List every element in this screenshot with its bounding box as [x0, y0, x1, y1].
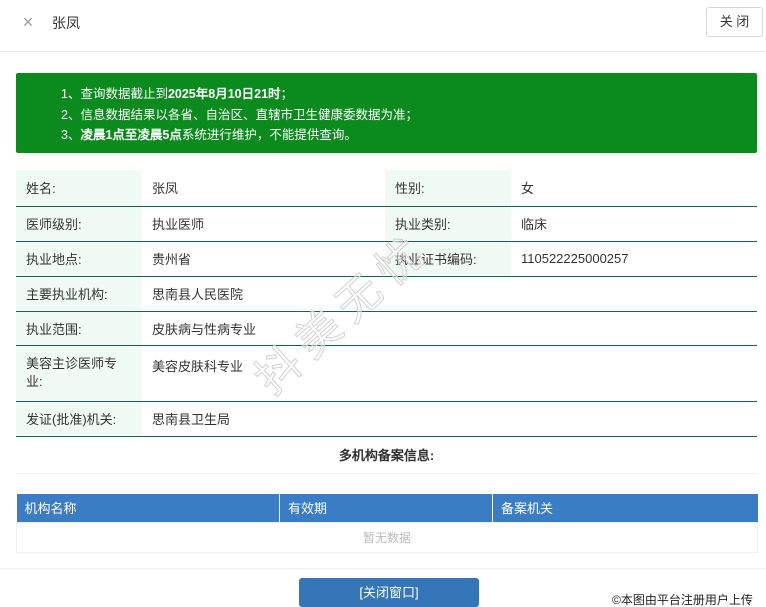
upload-note: ©本图由平台注册用户上传 [612, 593, 753, 607]
institution-label: 主要执业机构: [16, 276, 142, 312]
notice-line-2: 2、信息数据结果以各省、自治区、直辖市卫生健康委数据为准； [61, 107, 418, 122]
name-label: 姓名: [16, 170, 142, 207]
close-icon[interactable]: × [18, 12, 38, 32]
empty-row: 暂无数据 [16, 521, 758, 553]
cosmetic-value: 美容皮肤科专业 [142, 345, 757, 402]
notice-line-1: 1、查询数据截止到2025年8月10日21时； [61, 87, 294, 101]
cert-value: 110522225000257 [511, 241, 757, 277]
info-row: 美容主诊医师专业: 美容皮肤科专业 [16, 345, 757, 402]
level-value: 执业医师 [142, 206, 385, 242]
gender-label: 性别: [385, 170, 511, 207]
footer-divider [0, 568, 766, 569]
dialog-header: × 张凤 关 闭 [0, 0, 766, 52]
scope-value: 皮肤病与性病专业 [142, 311, 757, 346]
info-row: 发证(批准)机关: 思南县卫生局 [16, 401, 757, 437]
authority-value: 思南县卫生局 [142, 401, 757, 437]
category-value: 临床 [511, 206, 757, 242]
location-value: 贵州省 [142, 241, 385, 277]
location-label: 执业地点: [16, 241, 142, 277]
multi-institution-title: 多机构备案信息: [16, 438, 757, 474]
column-header-validity: 有效期 [279, 494, 493, 522]
info-row: 医师级别: 执业医师 执业类别: 临床 [16, 206, 757, 242]
gender-value: 女 [511, 170, 757, 207]
institution-value: 思南县人民医院 [142, 276, 757, 312]
column-header-authority: 备案机关 [492, 494, 758, 522]
notice-line-3: 3、凌晨1点至凌晨5点系统进行维护，不能提供查询。 [61, 128, 357, 142]
info-row: 执业地点: 贵州省 执业证书编码: 110522225000257 [16, 241, 757, 277]
category-label: 执业类别: [385, 206, 511, 242]
dialog-title: 张凤 [52, 15, 80, 31]
doctor-info-table: 姓名: 张凤 性别: 女 医师级别: 执业医师 执业类别: 临床 执业地点: 贵… [16, 170, 757, 437]
info-row: 主要执业机构: 思南县人民医院 [16, 276, 757, 312]
authority-label: 发证(批准)机关: [16, 401, 142, 437]
name-value: 张凤 [142, 170, 385, 207]
scope-label: 执业范围: [16, 311, 142, 346]
column-header-institution: 机构名称 [16, 494, 280, 522]
records-table: 机构名称 有效期 备案机关 暂无数据 [16, 494, 758, 553]
close-window-button[interactable]: [关闭窗口] [299, 578, 479, 607]
empty-text: 暂无数据 [16, 521, 758, 553]
records-header-row: 机构名称 有效期 备案机关 [16, 494, 758, 522]
level-label: 医师级别: [16, 206, 142, 242]
notice-box: 1、查询数据截止到2025年8月10日21时； 2、信息数据结果以各省、自治区、… [16, 73, 757, 153]
cosmetic-label: 美容主诊医师专业: [16, 345, 142, 402]
cert-label: 执业证书编码: [385, 241, 511, 277]
info-row: 执业范围: 皮肤病与性病专业 [16, 311, 757, 346]
close-button[interactable]: 关 闭 [706, 7, 763, 37]
info-row: 姓名: 张凤 性别: 女 [16, 170, 757, 207]
